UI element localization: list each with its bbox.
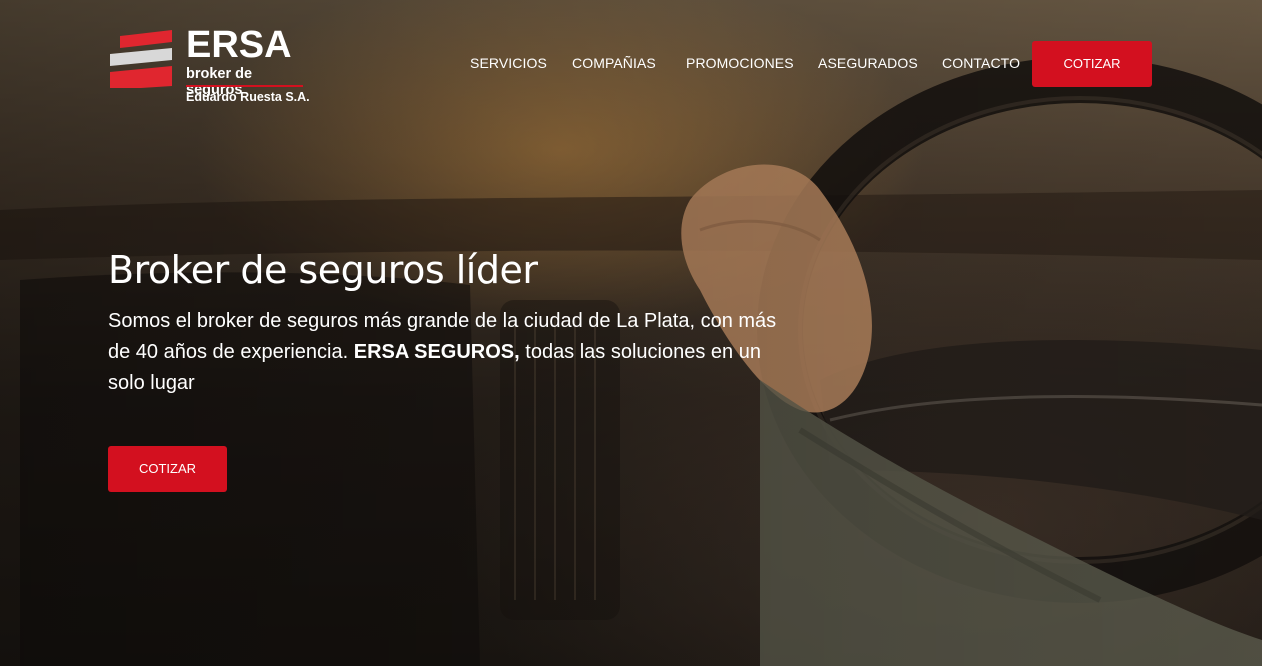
brand-logo[interactable]: ERSA broker de seguros Eduardo Ruesta S.… xyxy=(110,24,310,108)
ersa-logo-mark-icon xyxy=(110,30,172,88)
nav-item-promociones[interactable]: PROMOCIONES xyxy=(686,54,794,72)
logo-divider xyxy=(186,85,303,87)
hero-description-bold: ERSA SEGUROS, xyxy=(353,341,520,363)
nav-item-asegurados[interactable]: ASEGURADOS xyxy=(818,54,918,72)
logo-brand-name: ERSA xyxy=(186,24,292,66)
nav-item-contacto[interactable]: CONTACTO xyxy=(942,54,1020,72)
logo-company-name: Eduardo Ruesta S.A. xyxy=(186,90,310,104)
hero-cotizar-button[interactable]: COTIZAR xyxy=(108,446,227,492)
nav-item-servicios[interactable]: SERVICIOS xyxy=(470,54,547,72)
nav-cotizar-button[interactable]: COTIZAR xyxy=(1032,41,1152,87)
nav-item-companias[interactable]: COMPAÑIAS xyxy=(572,54,656,72)
hero-description: Somos el broker de seguros más grande de… xyxy=(108,306,788,399)
hero-title: Broker de seguros líder xyxy=(108,248,538,292)
hero-section: ERSA broker de seguros Eduardo Ruesta S.… xyxy=(0,0,1262,666)
